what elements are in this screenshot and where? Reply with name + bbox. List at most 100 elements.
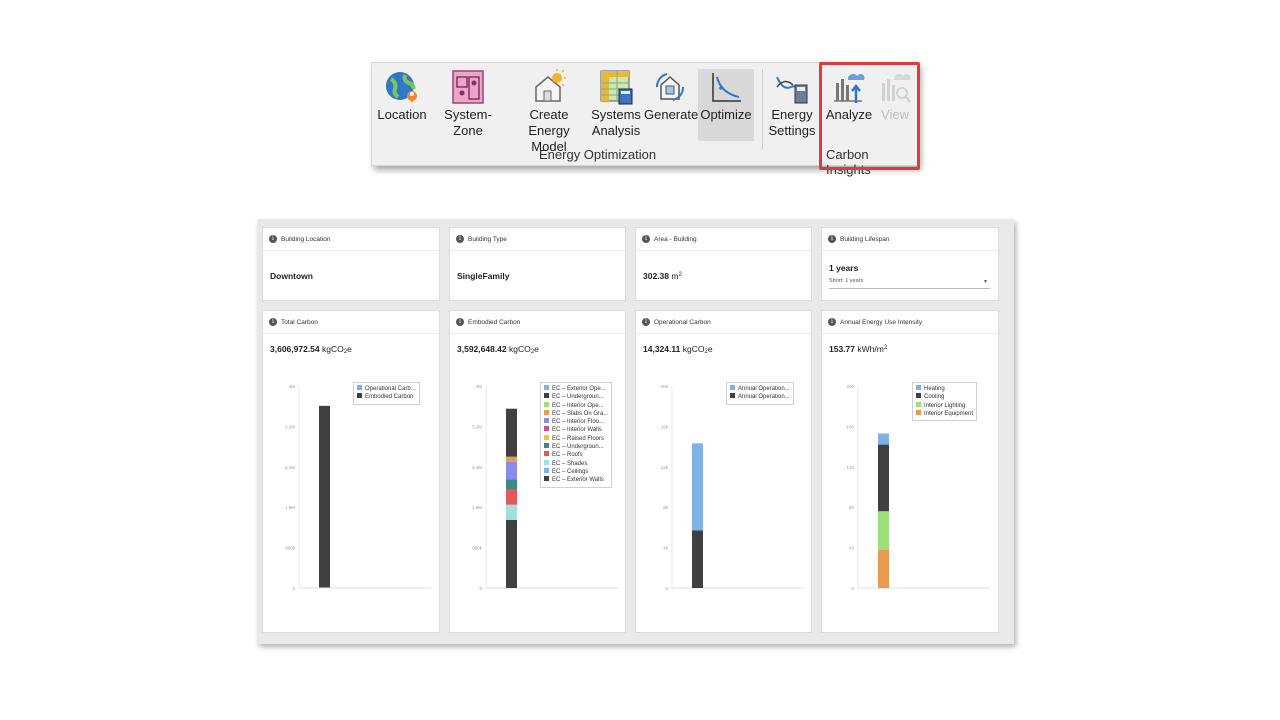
legend-swatch (916, 401, 921, 407)
card-title: Building Location (281, 235, 331, 243)
y-tick-label: 1.6M (285, 505, 295, 510)
legend-label: Annual Operation... (738, 386, 790, 392)
y-tick-label: 3.2M (472, 424, 482, 429)
card-title: Area - Building (654, 235, 697, 243)
legend-label: Operational Carb... (365, 386, 416, 392)
info-icon: i (828, 235, 836, 243)
legend-swatch (730, 385, 735, 390)
carbon-dashboard: i Building Location Downtown i Building … (257, 219, 1014, 644)
y-tick-label: 0 (479, 586, 482, 591)
y-tick-label: 12k (661, 465, 669, 470)
y-tick-label: 2.4M (472, 465, 482, 470)
bar-segment[interactable] (878, 433, 889, 445)
y-tick-label: 16k (661, 424, 669, 429)
legend-item[interactable]: Operational Carb... (357, 385, 416, 393)
legend-swatch (544, 467, 549, 473)
y-tick-label: 0 (665, 586, 668, 591)
legend-label: EC – Roofs (552, 452, 583, 459)
area-value: 302.38 m2 (643, 271, 682, 281)
building-location-card: i Building Location Downtown (262, 227, 440, 301)
card-title: Embodied Carbon (468, 318, 521, 326)
info-icon: i (456, 235, 464, 243)
embodied-carbon-legend: EC – Exterior Ope... EC – Undergroun... EC… (540, 382, 613, 488)
carbon-insights-highlight (819, 62, 920, 170)
legend-item[interactable]: EC – Interior Walls (544, 426, 608, 434)
legend-swatch (544, 434, 549, 440)
location-button[interactable]: Location (376, 65, 428, 123)
bar-segment[interactable] (506, 479, 517, 490)
area-building-card: i Area - Building 302.38 m2 (635, 227, 812, 301)
energy-settings-button[interactable]: Energy Settings (766, 65, 818, 139)
y-tick-label: 160 (846, 424, 854, 429)
legend-item[interactable]: EC – Undergroun... (544, 393, 608, 401)
generate-label: Generate (644, 107, 699, 122)
bar-segment[interactable] (878, 511, 889, 550)
legend-swatch (916, 385, 921, 390)
bar-segment[interactable] (506, 519, 517, 588)
legend-item[interactable]: EC – Interior Ope... (544, 401, 608, 410)
y-tick-label: 4M (289, 384, 296, 389)
legend-item[interactable]: EC – Shades (544, 459, 608, 468)
bar-segment[interactable] (506, 489, 517, 505)
system-zone-label: System-Zone (444, 107, 492, 138)
y-tick-label: 200 (846, 384, 854, 389)
bar-segment[interactable] (506, 456, 517, 462)
legend-swatch (544, 401, 549, 407)
systems-analysis-label-2: Analysis (591, 123, 641, 138)
bar-segment[interactable] (506, 461, 517, 480)
info-icon: i (642, 318, 650, 326)
legend-swatch (544, 443, 549, 449)
generate-button[interactable]: Generate (644, 65, 699, 123)
y-tick-label: 20k (661, 384, 669, 389)
embodied-carbon-card: i Embodied Carbon 3,592,648.42 kgCO2e 4M… (449, 310, 626, 633)
system-zone-icon (452, 70, 484, 104)
legend-item[interactable]: Embodied Carbon (357, 393, 416, 401)
optimize-button[interactable]: Optimize (698, 69, 754, 141)
legend-item[interactable]: Annual Operation... (730, 385, 790, 393)
legend-swatch (357, 393, 362, 399)
legend-item[interactable]: EC – Undergroun... (544, 443, 608, 451)
card-title: Building Lifespan (840, 235, 890, 243)
legend-label: EC – Interior Floo... (552, 419, 605, 426)
bar-segment[interactable] (692, 443, 703, 531)
building-lifespan-card: i Building Lifespan 1 years Short: 1 yea… (821, 227, 999, 301)
systems-analysis-button[interactable]: Systems Analysis (591, 65, 641, 139)
legend-item[interactable]: EC – Slabs On Gra... (544, 409, 608, 418)
bar-segment[interactable] (506, 504, 517, 520)
legend-swatch (916, 409, 921, 415)
legend-item[interactable]: EC – Raised Floors (544, 434, 608, 443)
legend-swatch (544, 393, 549, 399)
legend-label: EC – Exterior Ope... (552, 386, 606, 392)
bar-segment[interactable] (319, 405, 330, 588)
legend-item[interactable]: Cooling (916, 393, 973, 401)
spreadsheet-calc-icon (600, 70, 633, 105)
legend-item[interactable]: EC – Interior Floo... (544, 418, 608, 426)
create-energy-model-button[interactable]: Create Energy Model (510, 65, 588, 155)
bar-segment[interactable] (878, 444, 889, 512)
legend-item[interactable]: EC – Roofs (544, 451, 608, 459)
legend-item[interactable]: EC – Ceilings (544, 467, 608, 476)
legend-item[interactable]: EC – Exterior Ope... (544, 385, 608, 393)
legend-swatch (544, 418, 549, 424)
bar-segment[interactable] (506, 408, 517, 457)
group-label-energy-optimization: Energy Optimization (539, 147, 657, 162)
legend-item[interactable]: Heating (916, 385, 973, 393)
building-location-value: Downtown (270, 271, 313, 281)
legend-item[interactable]: Interior Lighting (916, 401, 973, 410)
legend-label: EC – Undergroun... (552, 444, 604, 451)
y-tick-label: 4M (476, 384, 483, 389)
legend-item[interactable]: EC – Exterior Walls (544, 476, 608, 484)
legend-item[interactable]: Annual Operation... (730, 393, 790, 401)
location-label: Location (377, 107, 427, 122)
bar-segment[interactable] (878, 549, 889, 588)
generate-icon (655, 73, 685, 101)
y-tick-label: 0 (292, 586, 295, 591)
bar-segment[interactable] (692, 530, 703, 588)
ribbon-separator (762, 69, 763, 149)
legend-label: EC – Shades (552, 460, 588, 467)
system-zone-button[interactable]: System-Zone (430, 65, 506, 139)
bar-segment[interactable] (319, 587, 330, 588)
lifespan-select[interactable]: Short: 1 years ▼ (829, 278, 990, 289)
legend-swatch (544, 451, 549, 457)
legend-item[interactable]: Interior Equipment (916, 409, 973, 418)
